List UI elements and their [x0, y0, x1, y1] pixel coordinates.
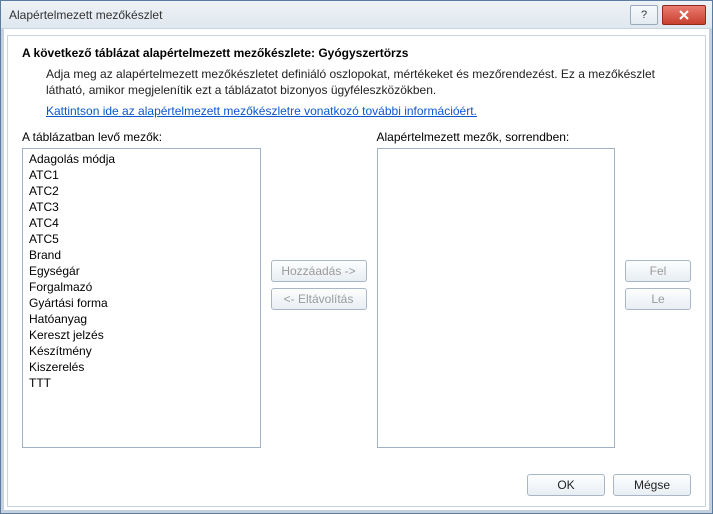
move-up-button[interactable]: Fel: [625, 260, 691, 282]
list-item[interactable]: Készítmény: [27, 343, 256, 359]
dialog-window: Alapértelmezett mezőkészlet ? A következ…: [0, 0, 713, 514]
dialog-heading: A következő táblázat alapértelmezett mez…: [22, 46, 691, 60]
columns: A táblázatban levő mezők: Adagolás módja…: [22, 130, 691, 464]
help-link[interactable]: Kattintson ide az alapértelmezett mezőké…: [46, 104, 691, 118]
list-item[interactable]: Gyártási forma: [27, 295, 256, 311]
list-item[interactable]: Egységár: [27, 263, 256, 279]
list-item[interactable]: TTT: [27, 375, 256, 391]
move-down-button[interactable]: Le: [625, 288, 691, 310]
ok-button[interactable]: OK: [527, 474, 605, 496]
list-item[interactable]: Brand: [27, 247, 256, 263]
dialog-description: Adja meg az alapértelmezett mezőkészlete…: [46, 66, 691, 98]
add-button[interactable]: Hozzáadás ->: [271, 260, 367, 282]
list-item[interactable]: Forgalmazó: [27, 279, 256, 295]
list-item[interactable]: ATC2: [27, 183, 256, 199]
available-fields-column: A táblázatban levő mezők: Adagolás módja…: [22, 130, 261, 448]
selected-fields-column: Alapértelmezett mezők, sorrendben:: [377, 130, 616, 448]
available-fields-label: A táblázatban levő mezők:: [22, 130, 261, 144]
list-item[interactable]: ATC3: [27, 199, 256, 215]
list-item[interactable]: Hatóanyag: [27, 311, 256, 327]
close-icon: [679, 10, 689, 20]
order-buttons: Fel Le: [625, 260, 691, 310]
selected-fields-label: Alapértelmezett mezők, sorrendben:: [377, 130, 616, 144]
list-item[interactable]: Kereszt jelzés: [27, 327, 256, 343]
client-area: A következő táblázat alapértelmezett mez…: [7, 35, 706, 507]
dialog-footer: OK Mégse: [22, 464, 691, 496]
cancel-button[interactable]: Mégse: [613, 474, 691, 496]
transfer-buttons: Hozzáadás -> <- Eltávolítás: [271, 260, 367, 310]
close-button[interactable]: [662, 5, 706, 25]
list-item[interactable]: Adagolás módja: [27, 151, 256, 167]
list-item[interactable]: Kiszerelés: [27, 359, 256, 375]
list-item[interactable]: ATC1: [27, 167, 256, 183]
list-item[interactable]: ATC4: [27, 215, 256, 231]
help-icon: ?: [641, 9, 647, 21]
selected-fields-listbox[interactable]: [377, 148, 616, 448]
window-title: Alapértelmezett mezőkészlet: [9, 8, 162, 22]
titlebar: Alapértelmezett mezőkészlet ?: [1, 1, 712, 29]
remove-button[interactable]: <- Eltávolítás: [271, 288, 367, 310]
help-button[interactable]: ?: [630, 5, 658, 25]
list-item[interactable]: ATC5: [27, 231, 256, 247]
available-fields-listbox[interactable]: Adagolás módjaATC1ATC2ATC3ATC4ATC5BrandE…: [22, 148, 261, 448]
